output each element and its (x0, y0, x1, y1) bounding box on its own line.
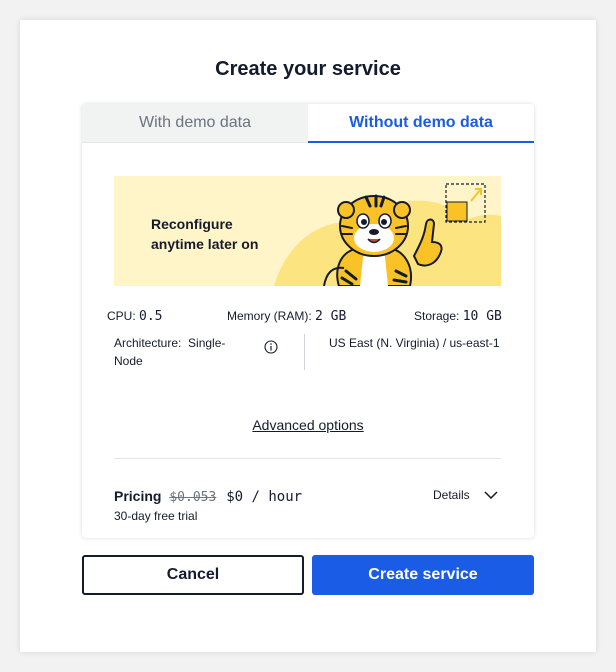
storage-spec: Storage: 10 GB (414, 309, 502, 324)
spec-row: CPU: 0.5 Memory (RAM): 2 GB Storage: 10 … (107, 309, 507, 329)
info-icon[interactable] (264, 340, 278, 354)
cpu-label: CPU: (107, 309, 136, 323)
chevron-down-icon (484, 491, 498, 499)
new-price: $0 / hour (226, 489, 303, 505)
cpu-value: 0.5 (139, 309, 163, 324)
memory-label: Memory (RAM): (227, 309, 312, 323)
details-label: Details (433, 488, 470, 502)
pricing-row: Pricing $0.053 $0 / hour (114, 488, 302, 505)
architecture-label: Architecture: (114, 336, 182, 350)
service-config-card: With demo data Without demo data Reconfi… (82, 104, 534, 538)
tab-bar: With demo data Without demo data (82, 104, 534, 143)
horizontal-divider (114, 458, 501, 459)
memory-spec: Memory (RAM): 2 GB (227, 309, 346, 324)
tab-with-demo-data[interactable]: With demo data (82, 104, 308, 143)
pricing-label: Pricing (114, 488, 162, 504)
pricing-details-toggle[interactable]: Details (433, 488, 498, 502)
banner-message: Reconfigure anytime later on (151, 214, 281, 254)
cpu-spec: CPU: 0.5 (107, 309, 163, 324)
storage-label: Storage: (414, 309, 460, 323)
architecture-spec: Architecture: Single-Node (114, 334, 239, 370)
banner-line-1: Reconfigure (151, 216, 233, 232)
vertical-divider (304, 334, 305, 370)
cancel-button[interactable]: Cancel (82, 555, 304, 595)
reconfigure-banner: Reconfigure anytime later on (114, 176, 501, 286)
free-trial-note: 30-day free trial (114, 509, 198, 523)
dialog-title: Create your service (215, 58, 401, 80)
old-price: $0.053 (169, 490, 217, 505)
region-spec: US East (N. Virginia) / us-east-1 (329, 336, 500, 350)
memory-value: 2 GB (315, 309, 347, 324)
architecture-region-row: Architecture: Single-Node US East (N. Vi… (114, 334, 514, 374)
advanced-options-link[interactable]: Advanced options (82, 417, 534, 433)
create-service-button[interactable]: Create service (312, 555, 534, 595)
tab-without-demo-data[interactable]: Without demo data (308, 104, 534, 143)
banner-line-2: anytime later on (151, 236, 259, 252)
storage-value: 10 GB (462, 309, 502, 324)
create-service-dialog: Create your service With demo data Witho… (20, 20, 596, 652)
